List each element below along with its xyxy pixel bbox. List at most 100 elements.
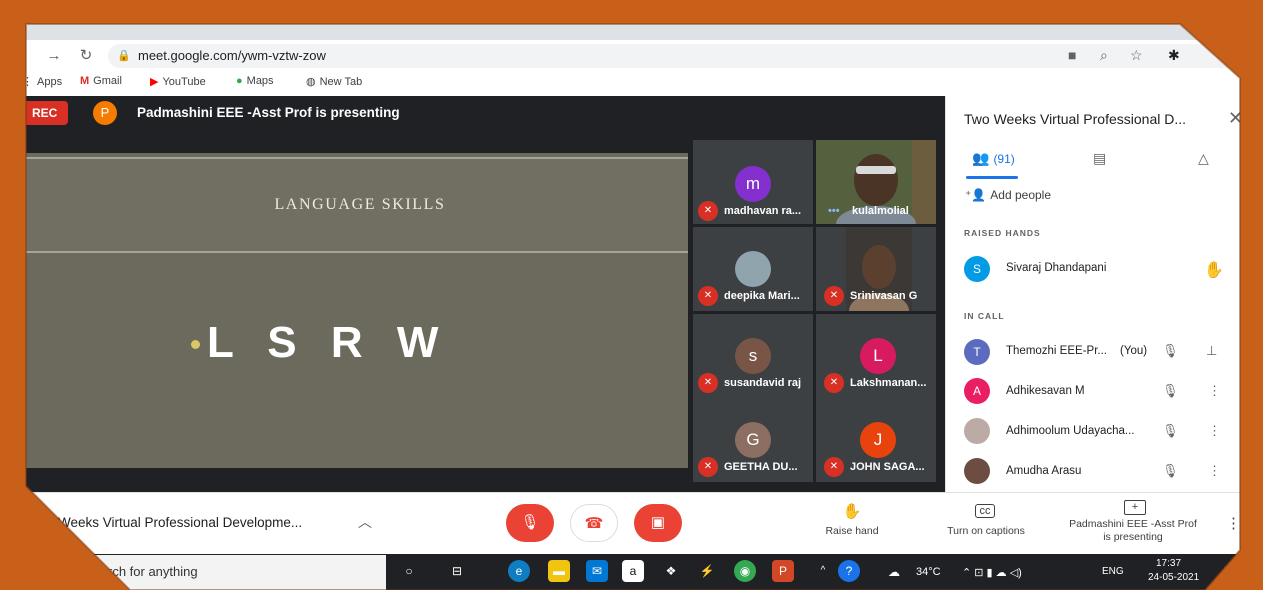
- participant-avatar: [964, 418, 990, 444]
- mail-icon[interactable]: ✉: [586, 560, 608, 582]
- tab-active-indicator: [966, 176, 1018, 179]
- cortana-icon[interactable]: ○: [398, 560, 420, 582]
- help-icon[interactable]: ?: [838, 560, 860, 582]
- youtube-icon: ▶: [150, 76, 159, 88]
- slide-bullet-text: L S R W: [207, 318, 440, 367]
- raised-hands-heading: RAISED HANDS: [964, 228, 1041, 238]
- dropbox-icon[interactable]: ❖: [660, 560, 682, 582]
- url-text[interactable]: meet.google.com/ywm-vztw-zow: [138, 48, 326, 63]
- people-icon: 👥: [972, 150, 990, 166]
- screenshot: → ↻ 🔒 meet.google.com/ywm-vztw-zow ■ ⌕ ☆…: [0, 0, 1263, 590]
- participant-name: Srinivasan G: [850, 290, 918, 302]
- raised-hand-icon[interactable]: ✋: [1204, 260, 1224, 280]
- more-vert-icon[interactable]: ⋮: [1208, 423, 1221, 439]
- presenting-label-line1[interactable]: Padmashini EEE -Asst Prof: [1058, 518, 1208, 530]
- captions-button-label[interactable]: Turn on captions: [932, 525, 1040, 537]
- back-arrow-icon[interactable]: →: [44, 46, 64, 66]
- bookmark-new-tab[interactable]: ◍ New Tab: [306, 75, 363, 89]
- mic-off-icon: ✕: [698, 286, 718, 306]
- mic-off-icon[interactable]: 🎙: [1162, 463, 1179, 479]
- raise-hand-button-label[interactable]: Raise hand: [816, 525, 888, 537]
- app-icon[interactable]: ⚡: [696, 560, 718, 582]
- chat-icon[interactable]: ▤: [1093, 150, 1106, 167]
- pin-icon[interactable]: ⊥: [1206, 343, 1217, 359]
- mic-off-icon: ✕: [824, 286, 844, 306]
- more-vert-icon[interactable]: ⋮: [1208, 383, 1221, 399]
- taskbar-search-placeholder[interactable]: rch for anything: [108, 564, 198, 579]
- bookmark-label: YouTube: [162, 75, 206, 88]
- bookmark-label: Gmail: [93, 75, 122, 87]
- captions-icon[interactable]: cc: [975, 504, 995, 518]
- activities-icon[interactable]: △: [1198, 150, 1209, 167]
- weather-temperature[interactable]: 34°C: [916, 566, 941, 578]
- star-icon[interactable]: ☆: [1130, 47, 1143, 64]
- participant-name: Sivaraj Dhandapani: [1006, 262, 1107, 274]
- slide-divider: [20, 157, 688, 159]
- task-view-icon[interactable]: ⊟: [446, 560, 468, 582]
- participant-name: Adhimoolum Udayacha...: [1006, 425, 1135, 437]
- mic-off-icon: ✕: [698, 373, 718, 393]
- bookmark-youtube[interactable]: ▶ YouTube: [150, 75, 206, 89]
- participant-name: madhavan ra...: [724, 205, 802, 217]
- participant-avatar: A: [964, 378, 990, 404]
- participant-name: JOHN SAGA...: [850, 461, 925, 473]
- extensions-icon[interactable]: ✱: [1168, 47, 1180, 64]
- maps-pin-icon: ●: [236, 75, 243, 87]
- mic-toggle-button[interactable]: 🎙: [506, 504, 554, 542]
- tray-icons[interactable]: ⌃ ⊡ ▮ ☁ ◁): [962, 566, 1022, 579]
- raise-hand-icon[interactable]: ✋: [842, 502, 862, 520]
- bookmark-label: Apps: [37, 75, 63, 88]
- bookmark-gmail[interactable]: M Gmail: [80, 75, 122, 87]
- file-explorer-icon[interactable]: ▬: [548, 560, 570, 582]
- clock-date[interactable]: 24-05-2021: [1148, 572, 1199, 583]
- mic-off-icon[interactable]: 🎙: [1162, 423, 1179, 439]
- chevron-up-icon[interactable]: ^: [812, 560, 834, 582]
- camera-icon[interactable]: ■: [1068, 47, 1076, 63]
- reload-icon[interactable]: ↻: [76, 46, 96, 66]
- search-zoom-icon[interactable]: ⌕: [1100, 47, 1108, 64]
- mic-off-icon[interactable]: 🎙: [1162, 343, 1179, 359]
- lock-icon: 🔒: [117, 50, 131, 62]
- tab-people[interactable]: 👥 (91): [972, 150, 1015, 167]
- mic-off-icon: ✕: [824, 457, 844, 477]
- add-people-button[interactable]: ⁺👤 Add people: [965, 188, 1051, 202]
- panel-title: Two Weeks Virtual Professional D...: [964, 111, 1187, 127]
- camera-toggle-button[interactable]: ▣: [634, 504, 682, 542]
- bookmark-maps[interactable]: ● Maps: [236, 75, 274, 87]
- participant-name: deepika Mari...: [724, 290, 800, 302]
- in-call-heading: IN CALL: [964, 311, 1005, 321]
- participant-name: Themozhi EEE-Pr...: [1006, 345, 1107, 357]
- clock-time[interactable]: 17:37: [1156, 558, 1181, 569]
- recording-badge: REC: [18, 101, 68, 125]
- mic-off-icon[interactable]: 🎙: [1162, 383, 1179, 399]
- participant-avatar: T: [964, 339, 990, 365]
- amazon-icon[interactable]: a: [622, 560, 644, 582]
- participant-name: Lakshmanan...: [850, 377, 927, 389]
- slide-title: LANGUAGE SKILLS: [274, 196, 446, 213]
- apps-grid-icon: ⋮: [22, 76, 33, 88]
- more-vert-icon[interactable]: ⋮: [1226, 514, 1241, 532]
- powerpoint-icon[interactable]: P: [772, 560, 794, 582]
- chevron-up-icon[interactable]: ︿: [358, 512, 372, 532]
- more-vert-icon[interactable]: ⋮: [1208, 463, 1221, 479]
- leave-call-button[interactable]: ☎: [570, 504, 618, 542]
- participant-avatar: m: [735, 166, 771, 202]
- close-icon[interactable]: ✕: [1228, 108, 1243, 129]
- bookmark-label: New Tab: [319, 75, 363, 88]
- participant-name: Amudha Arasu: [1006, 465, 1082, 477]
- participant-avatar: G: [735, 422, 771, 458]
- participant-name: Adhikesavan M: [1006, 385, 1085, 397]
- present-screen-icon[interactable]: +: [1124, 500, 1146, 515]
- participant-avatar: S: [964, 256, 990, 282]
- input-language[interactable]: ENG: [1102, 566, 1124, 577]
- edge-icon[interactable]: e: [508, 560, 530, 582]
- globe-icon: ◍: [306, 76, 316, 88]
- you-label: (You): [1120, 345, 1148, 357]
- participant-name: kulalmolial: [852, 205, 909, 217]
- bookmark-apps[interactable]: ⋮ Apps: [22, 75, 63, 89]
- meeting-details-title[interactable]: Weeks Virtual Professional Developme...: [58, 515, 302, 530]
- notifications-icon[interactable]: ▤: [1218, 560, 1240, 582]
- chrome-icon[interactable]: ◉: [734, 560, 756, 582]
- mic-off-icon: 🎙: [520, 514, 540, 531]
- gmail-icon: M: [80, 75, 90, 87]
